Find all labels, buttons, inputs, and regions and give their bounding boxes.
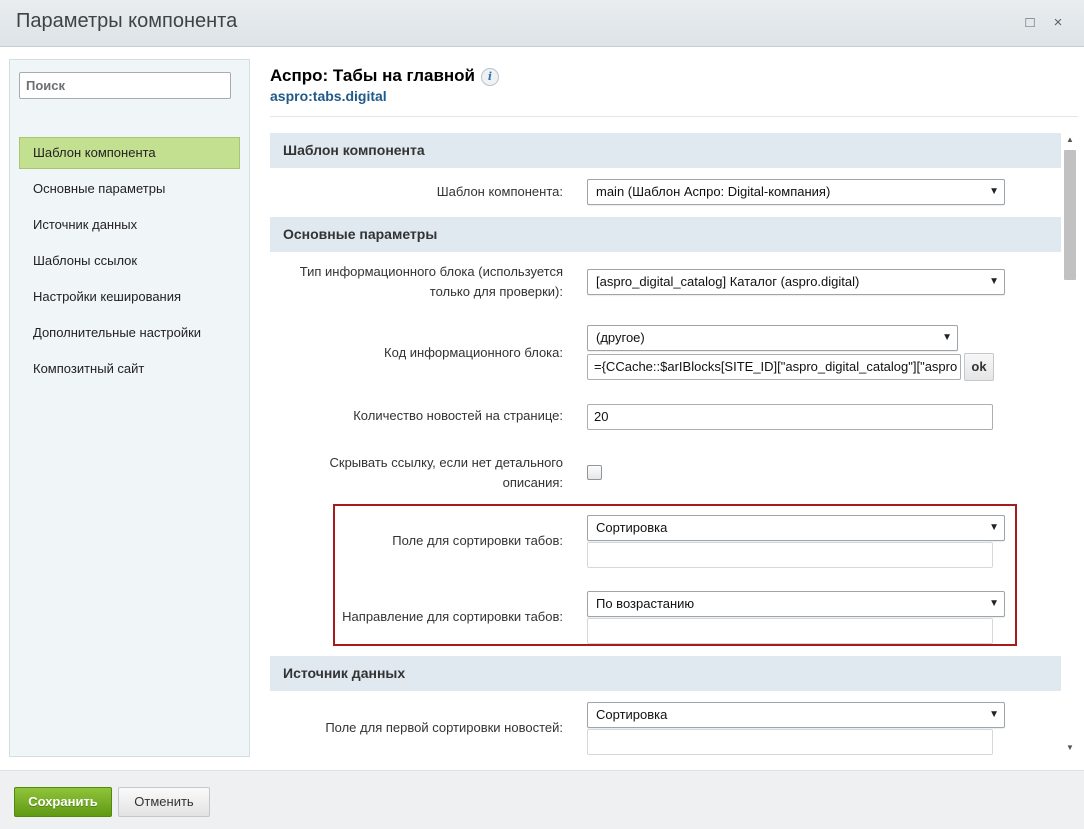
component-title: Аспро: Табы на главной — [270, 66, 475, 85]
sidebar-item-template[interactable]: Шаблон компонента — [19, 137, 240, 169]
sidebar-item-additional-settings[interactable]: Дополнительные настройки — [19, 317, 240, 349]
iblock-code-select[interactable]: (другое) ▼ — [587, 325, 958, 351]
tab-sort-field-custom-input[interactable] — [587, 542, 993, 568]
component-header: Аспро: Табы на главной i aspro:tabs.digit… — [270, 66, 1078, 104]
sidebar-item-data-source[interactable]: Источник данных — [19, 209, 240, 241]
save-button[interactable]: Сохранить — [14, 787, 112, 817]
close-icon[interactable]: × — [1049, 14, 1067, 32]
news-sort-field1-custom-input[interactable] — [587, 729, 993, 755]
scroll-up-icon[interactable]: ▲ — [1062, 133, 1078, 147]
sidebar-item-cache-settings[interactable]: Настройки кеширования — [19, 281, 240, 313]
tab-sort-order-value: По возрастанию — [596, 596, 695, 611]
params-panel: Шаблон компонента Шаблон компонента: mai… — [270, 133, 1061, 755]
label-tab-sort-field: Поле для сортировки табов: — [392, 533, 563, 548]
chevron-down-icon: ▼ — [989, 709, 999, 720]
sidebar-item-composite-site[interactable]: Композитный сайт — [19, 353, 240, 385]
label-hide-link-line2: описания: — [502, 475, 563, 490]
section-data-source: Источник данных — [270, 656, 1061, 691]
tab-sort-field-value: Сортировка — [596, 520, 668, 535]
search-input[interactable] — [19, 72, 231, 99]
label-iblock-code: Код информационного блока: — [384, 345, 563, 360]
sidebar-item-url-templates[interactable]: Шаблоны ссылок — [19, 245, 240, 277]
news-sort-field1-select[interactable]: Сортировка ▼ — [587, 702, 1005, 728]
news-count-input[interactable]: 20 — [587, 404, 993, 430]
iblock-type-select-value: [aspro_digital_catalog] Каталог (aspro.d… — [596, 274, 860, 289]
tab-sort-order-custom-input[interactable] — [587, 618, 993, 644]
label-news-sort-field1: Поле для первой сортировки новостей: — [325, 720, 563, 735]
chevron-down-icon: ▼ — [989, 276, 999, 287]
section-main-params: Основные параметры — [270, 217, 1061, 252]
footer: Сохранить Отменить — [0, 770, 1084, 829]
tab-sort-order-select[interactable]: По возрастанию ▼ — [587, 591, 1005, 617]
window-title: Параметры компонента — [16, 10, 238, 32]
news-sort-field1-value: Сортировка — [596, 707, 668, 722]
tab-sort-field-select[interactable]: Сортировка ▼ — [587, 515, 1005, 541]
template-select-value: main (Шаблон Аспро: Digital-компания) — [596, 184, 831, 199]
label-iblock-type-line1: Тип информационного блока (используется — [299, 264, 563, 279]
cancel-button[interactable]: Отменить — [118, 787, 210, 817]
section-template: Шаблон компонента — [270, 133, 1061, 168]
chevron-down-icon: ▼ — [989, 598, 999, 609]
header-divider — [270, 116, 1078, 117]
window-titlebar: Параметры компонента □ × — [0, 0, 1084, 47]
scroll-down-icon[interactable]: ▼ — [1062, 741, 1078, 755]
label-tab-sort-order: Направление для сортировки табов: — [342, 609, 563, 624]
sidebar-nav: Шаблон компонента Основные параметры Ист… — [19, 137, 240, 389]
component-code: aspro:tabs.digital — [270, 88, 387, 104]
label-hide-link-line1: Скрывать ссылку, если нет детального — [329, 455, 564, 470]
scrollbar[interactable]: ▲ ▼ — [1062, 133, 1078, 755]
iblock-type-select[interactable]: [aspro_digital_catalog] Каталог (aspro.d… — [587, 269, 1005, 295]
chevron-down-icon: ▼ — [942, 332, 952, 343]
label-hide-link: Скрывать ссылку, если нет детального опи… — [273, 453, 564, 493]
sidebar: Шаблон компонента Основные параметры Ист… — [9, 59, 250, 757]
label-news-count: Количество новостей на странице: — [353, 408, 563, 423]
info-icon[interactable]: i — [481, 68, 499, 86]
label-iblock-type-line2: только для проверки): — [429, 284, 563, 299]
chevron-down-icon: ▼ — [989, 186, 999, 197]
iblock-code-select-value: (другое) — [596, 330, 645, 345]
label-template: Шаблон компонента: — [436, 184, 563, 199]
hide-link-checkbox[interactable] — [587, 465, 602, 480]
sidebar-item-main-params[interactable]: Основные параметры — [19, 173, 240, 205]
ok-button[interactable]: ok — [964, 353, 994, 381]
template-select[interactable]: main (Шаблон Аспро: Digital-компания) ▼ — [587, 179, 1005, 205]
iblock-code-input[interactable]: ={CCache::$arIBlocks[SITE_ID]["aspro_dig… — [587, 354, 961, 380]
label-iblock-type: Тип информационного блока (используется … — [273, 262, 563, 302]
chevron-down-icon: ▼ — [989, 522, 999, 533]
maximize-icon[interactable]: □ — [1021, 14, 1039, 32]
scroll-thumb[interactable] — [1064, 150, 1076, 280]
